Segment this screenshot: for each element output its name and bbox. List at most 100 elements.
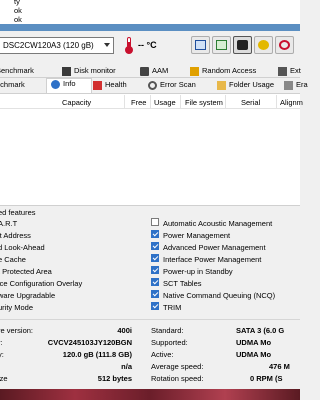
column-header-usage[interactable]: Usage [154, 98, 176, 107]
section-divider [0, 319, 300, 320]
tab-random-access[interactable]: Random Access [190, 66, 280, 78]
checkbox-sct-tables[interactable] [151, 278, 159, 286]
feature-label-aam: Automatic Acoustic Management [163, 219, 273, 228]
column-header-capacity[interactable]: Capacity [62, 98, 120, 107]
checkbox-power-up-standby[interactable] [151, 266, 159, 274]
feature-cache: e Cache [0, 255, 26, 264]
info-value-active: UDMA Mo [236, 350, 272, 359]
tab-extra[interactable]: Ext [278, 66, 308, 78]
info-value-rotation-speed: 0 RPM (S [250, 374, 283, 383]
health-icon [93, 80, 102, 90]
info-label-supported: Supported: [151, 338, 188, 347]
feature-config-overlay: ice Configuration Overlay [0, 279, 83, 288]
info-icon [51, 79, 60, 89]
random-access-icon [190, 66, 199, 76]
info-label-rotation-speed: Rotation speed: [151, 374, 204, 383]
tab-label: Info [63, 79, 76, 88]
camera-icon [237, 40, 248, 50]
power-icon [279, 40, 290, 50]
feature-label-trim: TRIM [163, 303, 182, 312]
options-button[interactable] [254, 36, 273, 54]
screenshot-button[interactable] [233, 36, 252, 54]
column-divider [225, 95, 226, 108]
disk-monitor-icon [62, 66, 71, 76]
copy-all-icon [216, 40, 227, 50]
disk-select[interactable]: DSC2CW120A3 (120 gB) [0, 37, 114, 54]
wrench-icon [258, 40, 269, 50]
checkbox-power-management[interactable] [151, 230, 159, 238]
exit-button[interactable] [275, 36, 294, 54]
tab-label: Benchmark [0, 66, 34, 75]
feature-look-ahead: d Look-Ahead [0, 243, 45, 252]
info-label-active: Active: [151, 350, 174, 359]
info-value-sector-size: 512 bytes [97, 374, 132, 383]
partition-table [0, 93, 300, 206]
feature-address: it Address [0, 231, 31, 240]
info-value-supported: UDMA Mo [236, 338, 272, 347]
checkbox-trim[interactable] [151, 302, 159, 310]
column-divider [180, 95, 181, 108]
error-scan-icon [148, 80, 157, 90]
info-label-sector-size: ize [0, 374, 8, 383]
checkbox-apm[interactable] [151, 242, 159, 250]
chevron-down-icon [104, 43, 110, 47]
feature-upgradable: ware Upgradable [0, 291, 56, 300]
temperature-value: -- °C [138, 40, 157, 50]
tab-error-scan[interactable]: Error Scan [148, 80, 213, 92]
info-label-serial: r: [0, 338, 3, 347]
extra-icon [278, 66, 287, 76]
checkbox-interface-power[interactable] [151, 254, 159, 262]
info-value-na: n/a [121, 362, 132, 371]
features-title: ed features [0, 208, 36, 217]
tab-label: Ext [290, 66, 301, 75]
column-divider [150, 95, 151, 108]
background-line-2: ok [14, 6, 22, 15]
column-header-serial[interactable]: Serial [241, 98, 260, 107]
tab-label: Disk monitor [74, 66, 116, 75]
tab-label: Folder Usage [229, 80, 275, 89]
info-label-capacity: y: [0, 350, 4, 359]
column-divider [124, 95, 125, 108]
tab-label: Error Scan [160, 80, 196, 89]
tab-info[interactable]: Info [46, 78, 92, 93]
column-header-free[interactable]: Free [131, 98, 146, 107]
feature-smart: A.R.T [0, 219, 18, 228]
title-bar [0, 24, 300, 31]
tab-health[interactable]: Health [93, 80, 145, 92]
feature-protected-area: t Protected Area [0, 267, 52, 276]
info-label-average-speed: Average speed: [151, 362, 204, 371]
feature-label-power-management: Power Management [163, 231, 231, 240]
erase-icon [284, 80, 293, 90]
feature-security-mode: urity Mode [0, 303, 34, 312]
checkbox-ncq[interactable] [151, 290, 159, 298]
tab-folder-usage[interactable]: Folder Usage [217, 80, 287, 92]
thermometer-icon [125, 37, 133, 54]
background-line-3: ok [14, 15, 22, 24]
feature-label-power-up-standby: Power-up in Standby [163, 267, 233, 276]
info-value-average-speed: 476 M [269, 362, 290, 371]
feature-label-sct-tables: SCT Tables [163, 279, 202, 288]
folder-icon [217, 80, 226, 90]
copy-button[interactable] [191, 36, 210, 54]
info-label-firmware: re version: [0, 326, 34, 335]
column-divider [276, 95, 277, 108]
tab-label: Random Access [202, 66, 257, 75]
info-value-firmware: 400i [117, 326, 132, 335]
checkbox-aam[interactable] [151, 218, 159, 226]
info-value-capacity: 120.0 gB (111.8 GB) [62, 350, 132, 359]
copy-all-button[interactable] [212, 36, 231, 54]
tab-benchmark-2[interactable]: Benchmark [0, 66, 58, 78]
column-header-alignment[interactable]: Alignm [280, 98, 303, 107]
tab-label: AAM [152, 66, 169, 75]
tab-disk-monitor[interactable]: Disk monitor [62, 66, 142, 78]
tab-label: Health [105, 80, 127, 89]
column-header-file-system[interactable]: File system [185, 98, 223, 107]
speaker-icon [140, 66, 149, 76]
tab-erase[interactable]: Era [284, 80, 314, 92]
desktop-background [0, 389, 300, 400]
feature-label-apm: Advanced Power Management [163, 243, 266, 252]
feature-label-interface-power: Interface Power Management [163, 255, 262, 264]
tab-aam[interactable]: AAM [140, 66, 190, 78]
disk-select-value: DSC2CW120A3 (120 gB) [3, 41, 94, 50]
info-label-standard: Standard: [151, 326, 184, 335]
